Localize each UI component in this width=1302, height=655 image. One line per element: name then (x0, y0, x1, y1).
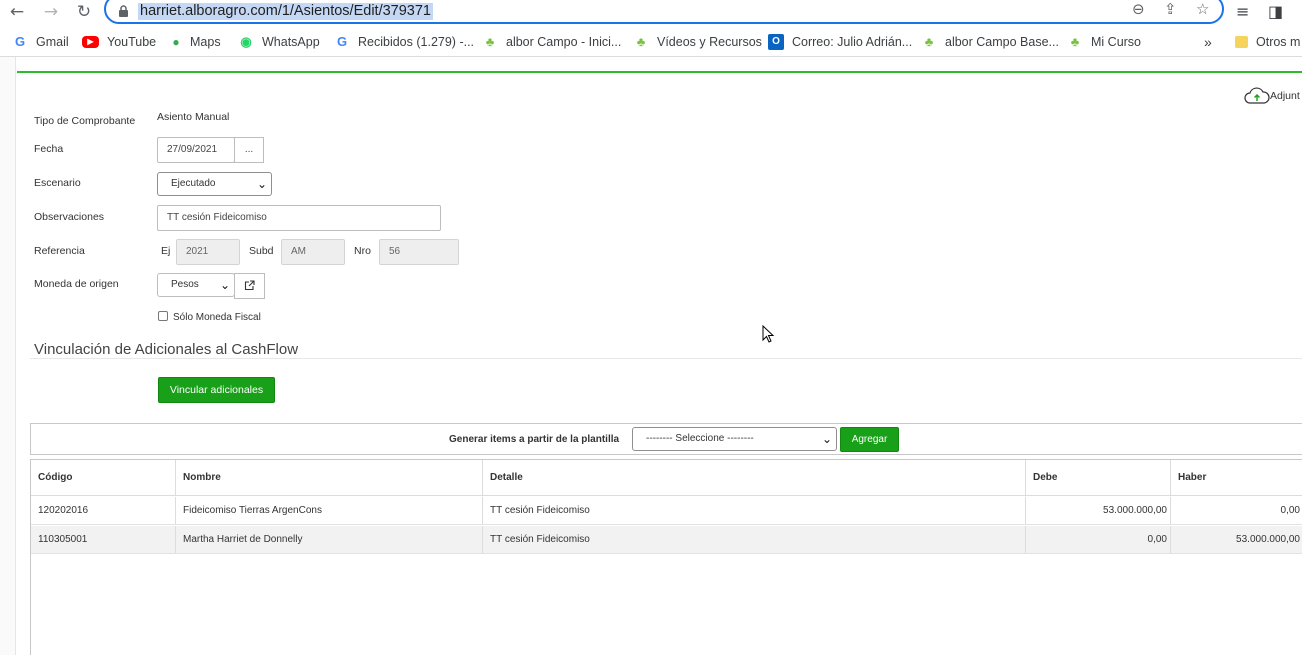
google-icon: G (336, 34, 348, 49)
cell-detalle: TT cesión Fideicomiso (483, 526, 1026, 553)
google-icon: G (14, 34, 26, 49)
plantilla-select-value: -------- Seleccione -------- (646, 433, 754, 444)
tipo-comprobante-value: Asiento Manual (157, 111, 230, 123)
moneda-select-value: Pesos (171, 279, 199, 290)
moneda-select[interactable]: Pesos ⌄ (157, 273, 235, 297)
table-row[interactable]: 120202016 Fideicomiso Tierras ArgenCons … (31, 497, 1302, 525)
header-nombre[interactable]: Nombre (176, 460, 483, 495)
plantilla-select[interactable]: -------- Seleccione -------- ⌄ (632, 427, 837, 451)
fecha-picker-button[interactable]: ... (234, 137, 264, 163)
moneda-external-button[interactable] (234, 273, 265, 299)
left-rail (0, 57, 16, 655)
header-codigo[interactable]: Código (31, 460, 176, 495)
youtube-icon: ▶ (82, 36, 99, 48)
bookmark-mi-curso[interactable]: ♣ Mi Curso (1067, 34, 1141, 50)
escenario-label: Escenario (34, 177, 81, 189)
cell-nombre: Fideicomiso Tierras ArgenCons (176, 497, 483, 524)
bookmark-correo[interactable]: O Correo: Julio Adrián... (768, 34, 912, 50)
agregar-button[interactable]: Agregar (840, 427, 899, 452)
forward-button[interactable]: → (40, 2, 62, 22)
escenario-select[interactable]: Ejecutado ⌄ (157, 172, 272, 196)
ej-input: 2021 (176, 239, 240, 265)
reading-list-icon[interactable]: ≡ (1236, 2, 1249, 21)
table-row[interactable]: 110305001 Martha Harriet de Donnelly TT … (31, 526, 1302, 554)
whatsapp-icon: ◉ (240, 34, 252, 49)
nro-label: Nro (354, 245, 371, 257)
maps-icon: ● (172, 35, 180, 49)
observaciones-label: Observaciones (34, 211, 105, 223)
cell-detalle: TT cesión Fideicomiso (483, 497, 1026, 524)
cashflow-section-title: Vinculación de Adicionales al CashFlow (34, 341, 299, 358)
cell-haber: 0,00 (1280, 505, 1300, 516)
lock-icon (119, 5, 128, 17)
albor-sprout-icon: ♣ (1070, 34, 1080, 49)
chevron-down-icon: ⌄ (256, 177, 267, 191)
header-detalle[interactable]: Detalle (483, 460, 1026, 495)
observaciones-input[interactable]: TT cesión Fideicomiso (157, 205, 441, 231)
outlook-icon: O (768, 34, 784, 50)
header-accent-line (17, 71, 1302, 73)
chevron-down-icon: ⌄ (219, 278, 230, 292)
fecha-label: Fecha (34, 143, 64, 155)
url-text[interactable]: harriet.alboragro.com/1/Asientos/Edit/37… (138, 3, 433, 20)
bookmark-maps[interactable]: ● Maps (170, 34, 220, 50)
reload-button[interactable]: ↻ (73, 2, 95, 22)
bookmarks-overflow-button[interactable]: » (1204, 34, 1212, 50)
asiento-items-table: Código Nombre Detalle Debe Haber 1202020… (30, 459, 1302, 655)
bookmark-youtube[interactable]: ▶ YouTube (82, 34, 156, 50)
plantilla-label: Generar items a partir de la plantilla (449, 434, 620, 445)
back-button[interactable]: ← (6, 2, 28, 22)
albor-sprout-icon: ♣ (924, 34, 934, 49)
bookmark-whatsapp[interactable]: ◉ WhatsApp (238, 34, 319, 50)
adjuntar-button[interactable]: Adjunt (1244, 87, 1300, 105)
external-link-icon (244, 280, 255, 291)
bookmarks-bar: G Gmail ▶ YouTube ● Maps ◉ WhatsApp G Recibid… (0, 30, 1302, 54)
cell-codigo: 110305001 (31, 526, 176, 553)
bookmark-recibidos[interactable]: G Recibidos (1.279) -... (334, 34, 474, 50)
cell-nombre: Martha Harriet de Donnelly (176, 526, 483, 553)
header-debe[interactable]: Debe (1026, 460, 1171, 495)
browser-toolbar: ← → ↻ harriet.alboragro.com/1/Asientos/E… (0, 0, 1302, 26)
vincular-adicionales-button[interactable]: Vincular adicionales (158, 377, 275, 403)
zoom-icon[interactable]: ⊖ (1132, 0, 1145, 18)
chevron-down-icon: ⌄ (821, 432, 832, 446)
tipo-comprobante-label: Tipo de Comprobante (34, 115, 136, 127)
cell-debe: 0,00 (1026, 526, 1171, 553)
section-divider (30, 358, 1302, 359)
adjuntar-label: Adjunt (1270, 90, 1300, 102)
bookmark-videos-recursos[interactable]: ♣ Vídeos y Recursos (633, 34, 762, 50)
fecha-input[interactable]: 27/09/2021 (157, 137, 235, 163)
albor-sprout-icon: ♣ (485, 34, 495, 49)
side-panel-icon[interactable]: ◨ (1268, 2, 1283, 21)
address-bar[interactable]: harriet.alboragro.com/1/Asientos/Edit/37… (104, 0, 1224, 24)
moneda-origen-label: Moneda de origen (34, 278, 119, 290)
solo-moneda-fiscal-checkbox[interactable] (158, 311, 168, 321)
ej-label: Ej (161, 245, 171, 257)
solo-moneda-fiscal-label: Sólo Moneda Fiscal (173, 312, 261, 323)
bookmark-albor-campo-inicio[interactable]: ♣ albor Campo - Inici... (482, 34, 622, 50)
page-content: Adjunt Tipo de Comprobante Asiento Manua… (0, 57, 1302, 655)
referencia-label: Referencia (34, 245, 85, 257)
table-header-row: Código Nombre Detalle Debe Haber (31, 460, 1302, 496)
star-icon[interactable]: ☆ (1196, 0, 1209, 18)
bookmark-otros[interactable]: Otros m (1235, 34, 1300, 50)
cloud-upload-icon (1244, 87, 1270, 104)
cell-haber: 53.000.000,00 (1236, 534, 1300, 545)
subd-label: Subd (249, 245, 274, 257)
bookmark-gmail[interactable]: G Gmail (12, 34, 69, 50)
albor-sprout-icon: ♣ (636, 34, 646, 49)
share-icon[interactable]: ⇪ (1164, 0, 1177, 18)
cell-debe: 53.000.000,00 (1026, 497, 1171, 524)
escenario-select-value: Ejecutado (171, 178, 216, 189)
cell-codigo: 120202016 (31, 497, 176, 524)
header-haber[interactable]: Haber (1171, 460, 1302, 495)
nro-input: 56 (379, 239, 459, 265)
template-bar: Generar items a partir de la plantilla -… (30, 423, 1302, 455)
subd-input: AM (281, 239, 345, 265)
bookmark-albor-campo-base[interactable]: ♣ albor Campo Base... (921, 34, 1059, 50)
folder-icon (1235, 36, 1248, 48)
mouse-cursor-icon (762, 325, 775, 343)
